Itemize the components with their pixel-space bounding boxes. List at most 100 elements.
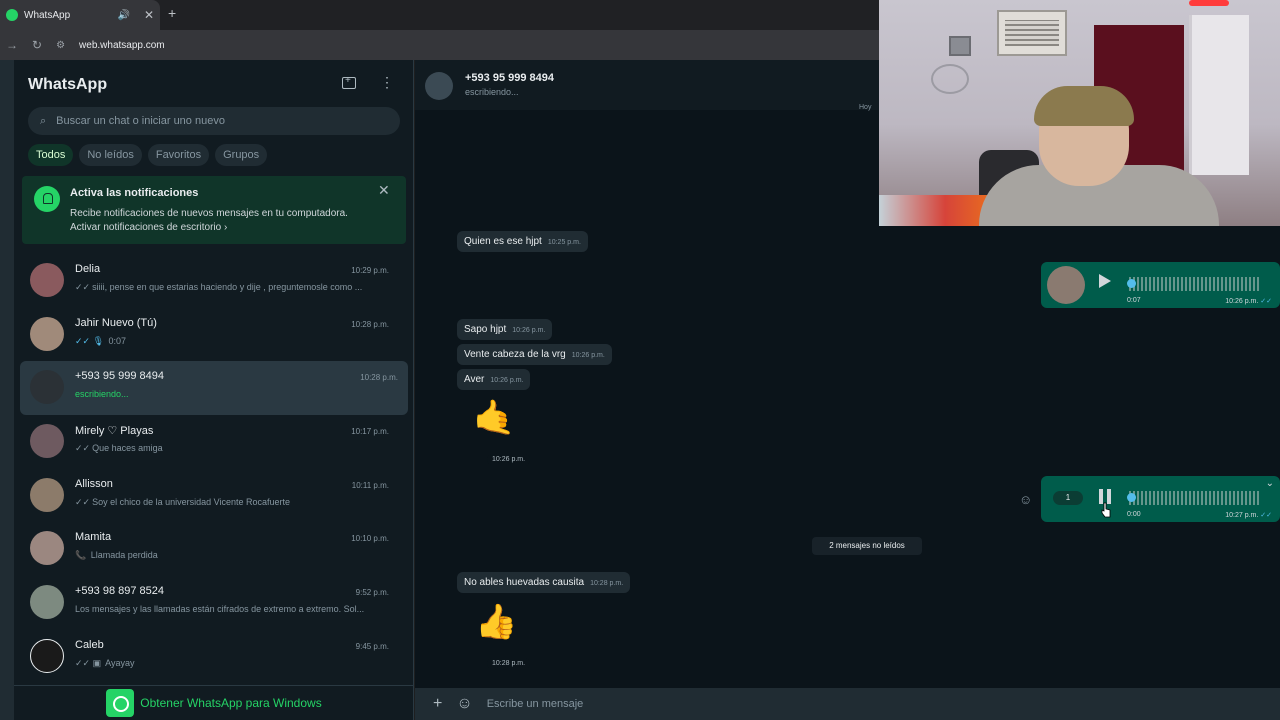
message-bubble[interactable]: No ables huevadas causita 10:28 p.m. — [457, 572, 631, 593]
new-tab-icon[interactable]: + — [168, 5, 176, 21]
chat-name: Caleb — [75, 638, 104, 651]
chat-preview: ✓✓ ▣ Ayayay — [75, 657, 135, 668]
avatar — [30, 477, 64, 512]
sticker-thumbs-up[interactable]: 👍 — [475, 602, 517, 642]
close-notification-icon[interactable]: ✕ — [378, 182, 390, 199]
chat-item-jahir[interactable]: Jahir Nuevo (Tú) 10:28 p.m. ✓✓ 🎙 0:07 — [14, 308, 414, 362]
url-text[interactable]: web.whatsapp.com — [79, 40, 165, 51]
read-ticks-icon: ✓✓ — [75, 443, 91, 454]
menu-icon[interactable]: ⋮ — [380, 74, 394, 91]
chat-item-593-98[interactable]: +593 98 897 8524 9:52 p.m. Los mensajes … — [14, 576, 414, 630]
voice-time: 10:26 p.m. ✓✓ — [1225, 298, 1272, 305]
avatar — [30, 531, 64, 566]
chat-item-selected[interactable]: +593 95 999 8494 10:28 p.m. escribiendo.… — [20, 361, 408, 416]
waveform[interactable] — [1129, 277, 1259, 291]
search-input[interactable]: ⌕ Buscar un chat o iniciar uno nuevo — [28, 107, 400, 135]
chat-time: 10:29 p.m. — [351, 266, 389, 275]
speaker-icon[interactable]: 🔊 — [117, 10, 129, 21]
emoji-icon[interactable]: ☺ — [456, 695, 472, 713]
chat-item-delia[interactable]: Delia 10:29 p.m. ✓✓ siiii, pense en que e… — [14, 254, 414, 308]
tab-title: WhatsApp — [24, 9, 71, 21]
chat-sidebar: WhatsApp ⋮ ⌕ Buscar un chat o iniciar un… — [14, 60, 414, 720]
voice-duration: 0:00 — [1127, 511, 1141, 518]
filter-favoritos[interactable]: Favoritos — [147, 144, 210, 166]
playback-speed[interactable]: 1 — [1053, 491, 1083, 505]
date-label: Hoy — [859, 104, 872, 111]
voice-avatar — [1047, 266, 1085, 304]
chat-time: 9:52 p.m. — [355, 588, 389, 598]
close-tab-icon[interactable]: ✕ — [144, 8, 154, 22]
message-bubble[interactable]: Vente cabeza de la vrg 10:26 p.m. — [457, 344, 612, 365]
play-icon[interactable] — [1099, 274, 1111, 288]
chat-time: 10:28 p.m. — [351, 319, 389, 329]
sticker-call-me[interactable]: 🤙 — [473, 398, 515, 438]
missed-call-icon: 📞 — [75, 550, 87, 561]
sticker-time: 10:28 p.m. — [487, 658, 531, 669]
message-composer: + ☺ Escribe un mensaje — [415, 688, 1280, 720]
notification-title: Activa las notificaciones — [70, 187, 199, 199]
notification-link[interactable]: Activar notificaciones de escritorio › — [70, 222, 227, 233]
filter-todos[interactable]: Todos — [28, 144, 74, 166]
search-placeholder: Buscar un chat o iniciar uno nuevo — [56, 115, 225, 127]
webcam-overlay — [879, 0, 1280, 226]
browser-tab[interactable]: WhatsApp 🔊 ✕ — [0, 0, 160, 30]
chat-preview: escribiendo... — [75, 389, 129, 400]
new-chat-icon[interactable] — [342, 75, 356, 89]
chat-time: 10:10 p.m. — [351, 534, 389, 544]
voice-note-playing[interactable]: 1 0:00 10:27 p.m. ✓✓ ⌄ — [1041, 476, 1280, 522]
chat-preview: Los mensajes y las llamadas están cifrad… — [75, 604, 365, 615]
conversation-header[interactable]: +593 95 999 8494 escribiendo... — [415, 60, 880, 110]
chat-item-mirely[interactable]: Mirely ♡ Playas 10:17 p.m. ✓✓ Que haces a… — [14, 415, 414, 469]
chat-time: 10:28 p.m. — [360, 373, 398, 383]
message-input[interactable]: Escribe un mensaje — [487, 698, 584, 710]
chat-name: Mirely ♡ Playas — [75, 425, 154, 438]
voice-note-outgoing[interactable]: 0:07 10:26 p.m. ✓✓ — [1041, 262, 1280, 308]
notification-banner[interactable]: Activa las notificaciones Recibe notific… — [22, 176, 406, 244]
contact-status: escribiendo... — [465, 87, 519, 97]
contact-avatar[interactable] — [425, 72, 453, 100]
chat-list: Delia 10:29 p.m. ✓✓ siiii, pense en que e… — [14, 254, 414, 684]
chat-name: Mamita — [75, 531, 112, 544]
chat-name: +593 98 897 8524 — [75, 585, 165, 598]
avatar — [30, 585, 64, 620]
sticker-time: 10:26 p.m. — [487, 454, 531, 465]
filter-no-leidos[interactable]: No leídos — [79, 144, 142, 166]
message-bubble[interactable]: Quien es ese hjpt 10:25 p.m. — [457, 231, 588, 252]
seek-handle[interactable] — [1127, 493, 1136, 502]
chat-item-mamita[interactable]: Mamita 10:10 p.m. 📞 Llamada perdida — [14, 522, 414, 576]
attach-plus-icon[interactable]: + — [433, 695, 442, 713]
waveform[interactable] — [1129, 491, 1259, 505]
forward-icon[interactable]: → — [6, 38, 18, 52]
message-bubble[interactable]: Aver 10:26 p.m. — [457, 369, 531, 390]
seek-handle[interactable] — [1127, 279, 1136, 288]
get-windows-app-link[interactable]: Obtener WhatsApp para Windows — [14, 685, 414, 720]
chat-preview: ✓✓ Soy el chico de la universidad Vicente… — [75, 496, 291, 507]
voice-duration: 0:07 — [1127, 297, 1141, 304]
emoji-reaction-icon[interactable]: ☺ — [1019, 492, 1032, 507]
filter-chips: Todos No leídos Favoritos Grupos — [28, 144, 268, 166]
door — [1189, 15, 1249, 175]
chat-preview: ✓✓ 🎙 0:07 — [75, 335, 127, 346]
wall-picture — [949, 36, 971, 56]
reload-icon[interactable]: ↻ — [32, 38, 42, 52]
site-settings-icon[interactable]: ⚙ — [56, 40, 65, 51]
chat-time: 9:45 p.m. — [355, 641, 389, 651]
avatar — [30, 638, 64, 673]
chat-preview: 📞 Llamada perdida — [75, 550, 158, 561]
clothes-pile — [879, 195, 989, 226]
read-ticks-icon: ✓✓ — [75, 496, 91, 507]
voice-time: 10:27 p.m. ✓✓ — [1225, 512, 1272, 519]
avatar — [30, 316, 64, 351]
filter-grupos[interactable]: Grupos — [215, 144, 268, 166]
read-ticks-icon: ✓✓ 🎙 — [75, 335, 105, 346]
chat-name: Jahir Nuevo (Tú) — [75, 316, 157, 329]
whatsapp-logo-icon — [106, 689, 135, 717]
chat-item-caleb[interactable]: Caleb 9:45 p.m. ✓✓ ▣ Ayayay — [14, 630, 414, 684]
chat-item-allisson[interactable]: Allisson 10:11 p.m. ✓✓ Soy el chico de la… — [14, 469, 414, 523]
chat-preview: ✓✓ siiii, pense en que estarias haciendo … — [75, 282, 363, 292]
unread-divider: 2 mensajes no leídos — [812, 537, 922, 555]
message-bubble[interactable]: Sapo hjpt 10:26 p.m. — [457, 319, 553, 340]
chevron-down-icon[interactable]: ⌄ — [1266, 478, 1274, 489]
avatar — [30, 424, 64, 459]
person-hair — [1034, 86, 1134, 126]
